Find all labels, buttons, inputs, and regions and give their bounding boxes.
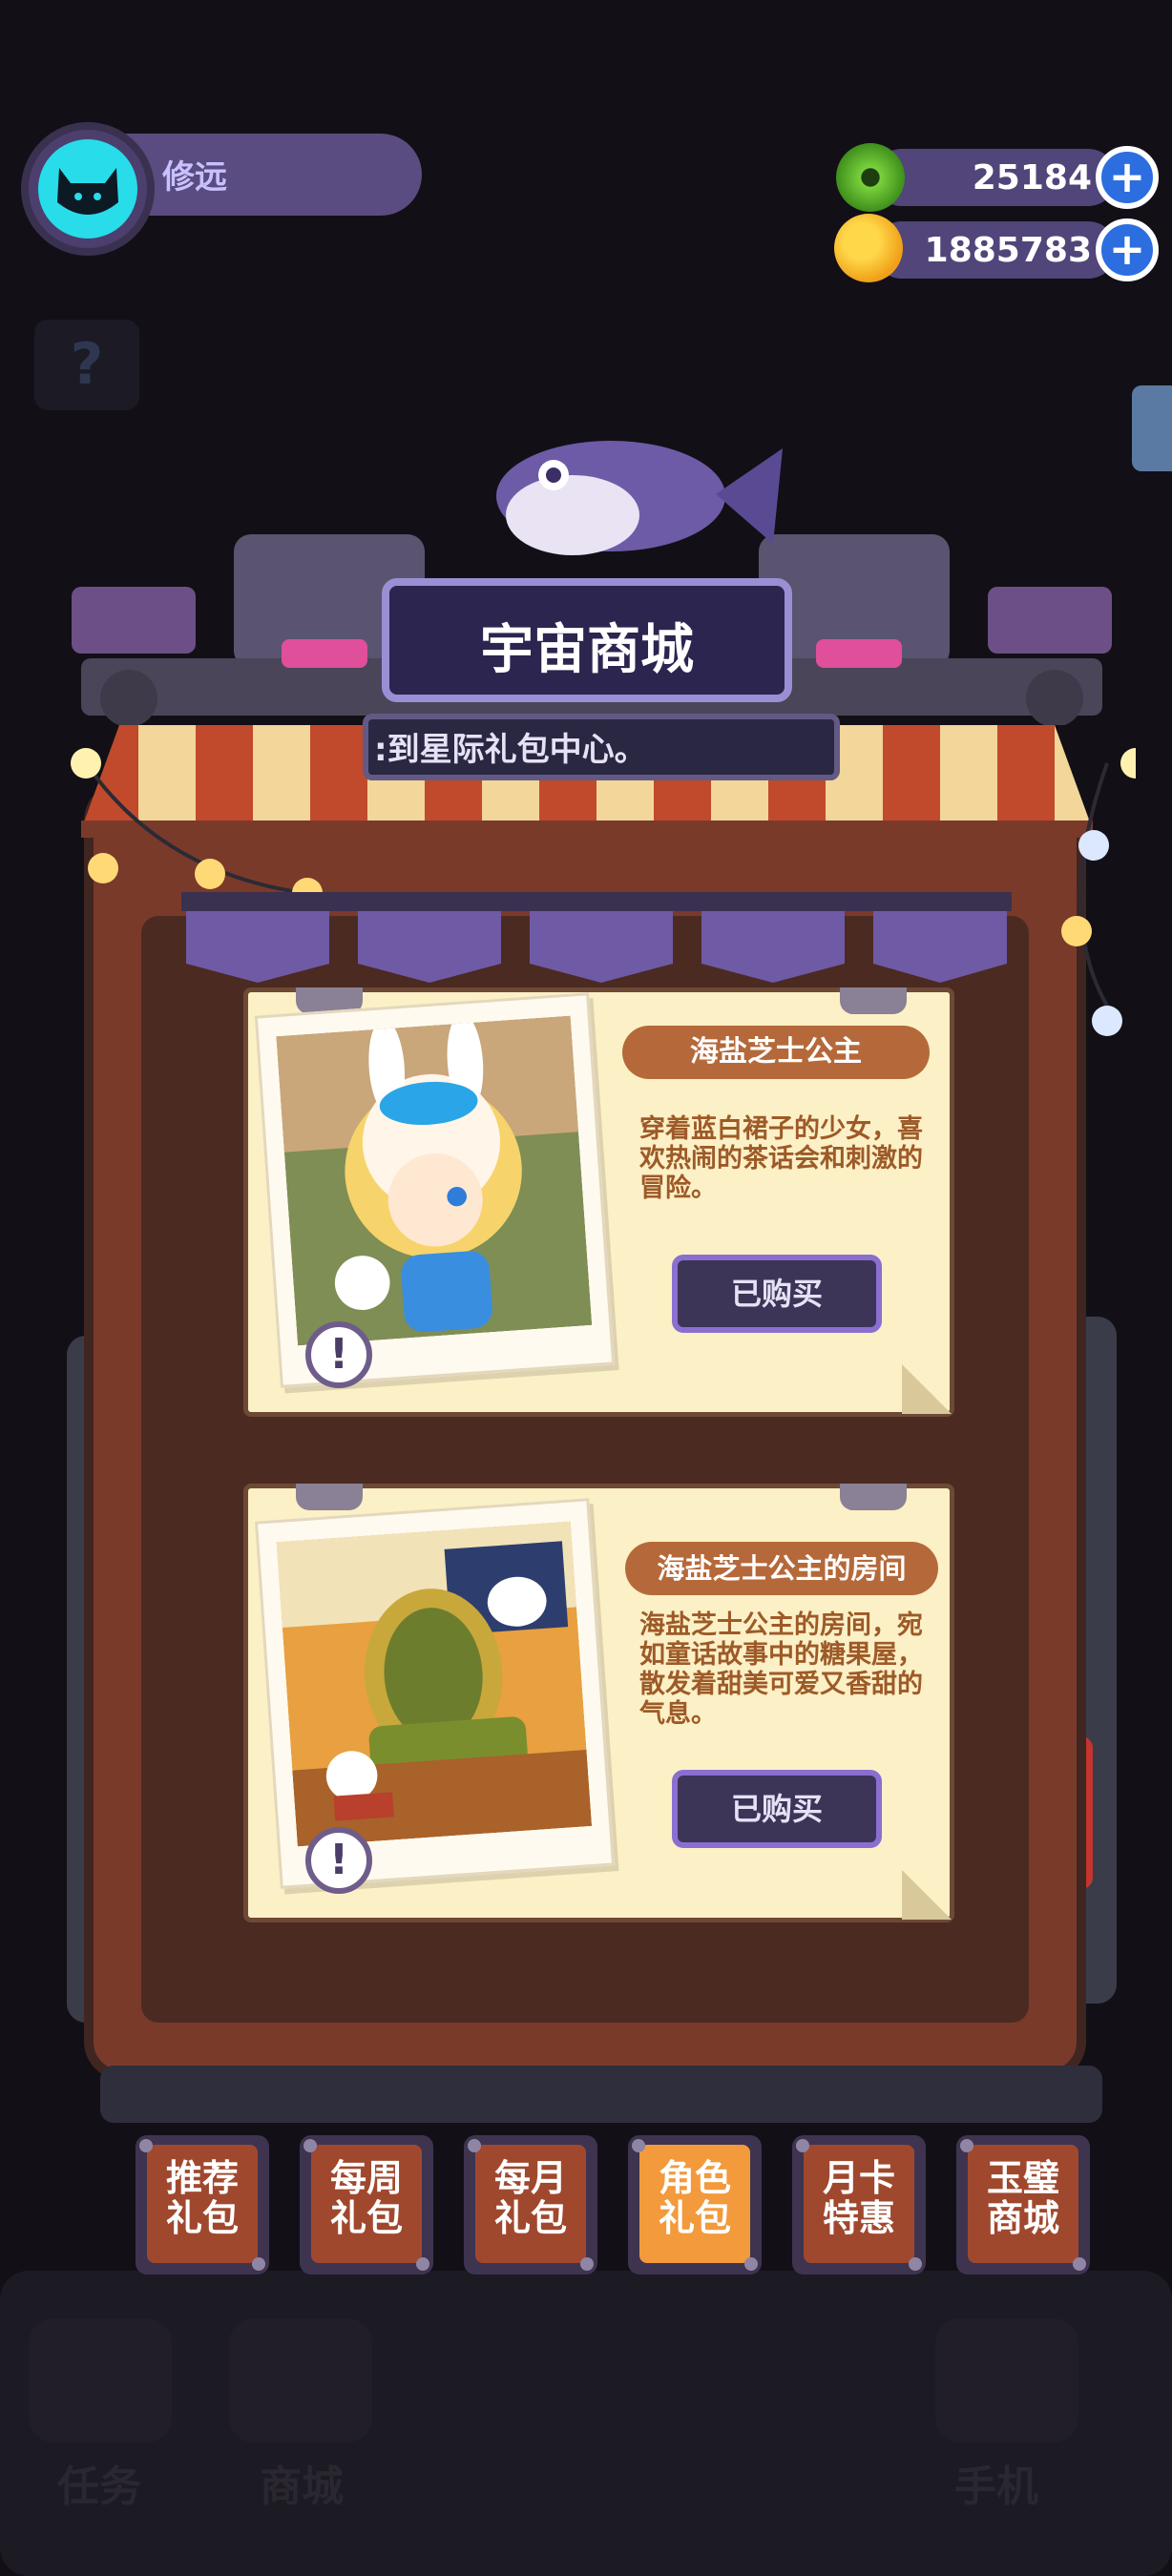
tab-stud (580, 2257, 594, 2271)
tab-jade-shop[interactable]: 玉璧 商城 (956, 2135, 1090, 2275)
shop-subtitle: :到星际礼包中心。 (374, 731, 647, 769)
add-coins-button[interactable]: + (1096, 218, 1159, 281)
tab-stud (303, 2139, 317, 2152)
info-icon[interactable]: ! (305, 1321, 372, 1388)
tab-stud (744, 2257, 758, 2271)
username: 修远 (162, 158, 227, 197)
card-clip (840, 987, 907, 1014)
tab-stud (139, 2139, 153, 2152)
tab-stud (1073, 2257, 1086, 2271)
shop-valance (181, 892, 1012, 983)
tab-character-pack[interactable]: 角色 礼包 (628, 2135, 762, 2275)
tab-weekly-pack[interactable]: 每周 礼包 (300, 2135, 433, 2275)
card-folded-corner (902, 1870, 952, 1920)
package-name: 海盐芝士公主 (622, 1026, 930, 1079)
tab-label: 角色 礼包 (628, 2158, 762, 2238)
background-bottom-nav: 任务 商城 手机 (0, 2271, 1172, 2576)
tab-stud (252, 2257, 265, 2271)
princess-photo[interactable] (254, 992, 616, 1388)
tab-stud (796, 2139, 809, 2152)
purchased-button[interactable]: 已购买 (672, 1770, 882, 1848)
card-folded-corner (902, 1364, 952, 1414)
tab-label-line1: 每周 (329, 2157, 403, 2199)
tab-label-line2: 礼包 (329, 2197, 403, 2239)
package-card-princess: ! 海盐芝士公主 穿着蓝白裙子的少女，喜欢热闹的茶话会和刺激的冒险。 已购买 (243, 987, 954, 1417)
tab-recommended-pack[interactable]: 推荐 礼包 (136, 2135, 269, 2275)
tab-label-line2: 商城 (986, 2197, 1059, 2239)
tab-stud (468, 2139, 481, 2152)
room-image (276, 1521, 593, 1847)
card-clip (840, 1484, 907, 1510)
side-scissors-button (1132, 385, 1172, 471)
room-photo[interactable] (254, 1498, 616, 1889)
add-gems-button[interactable]: + (1096, 146, 1159, 209)
tab-label-line1: 角色 (658, 2157, 731, 2199)
card-clip (296, 1484, 363, 1510)
package-card-room: ! 海盐芝士公主的房间 海盐芝士公主的房间，宛如童话故事中的糖果屋，散发着甜美可… (243, 1484, 954, 1922)
shop-base (100, 2066, 1102, 2123)
avatar[interactable] (38, 139, 137, 239)
tab-stud (909, 2257, 922, 2271)
info-icon[interactable]: ! (305, 1827, 372, 1894)
tab-label: 每月 礼包 (464, 2158, 597, 2238)
tab-label: 推荐 礼包 (136, 2158, 269, 2238)
package-description: 穿着蓝白裙子的少女，喜欢热闹的茶话会和刺激的冒险。 (639, 1114, 923, 1203)
package-description: 海盐芝士公主的房间，宛如童话故事中的糖果屋，散发着甜美可爱又香甜的气息。 (639, 1610, 923, 1729)
tab-label-line2: 礼包 (165, 2197, 239, 2239)
nav-label-shop: 商城 (260, 2462, 344, 2511)
nav-label-phone: 手机 (954, 2462, 1038, 2511)
tab-stud (416, 2257, 429, 2271)
shop-nav-icon (229, 2318, 372, 2442)
tab-label-line1: 推荐 (165, 2157, 239, 2199)
tab-monthly-card-deal[interactable]: 月卡 特惠 (792, 2135, 926, 2275)
phone-nav-icon (935, 2318, 1078, 2442)
tab-monthly-pack[interactable]: 每月 礼包 (464, 2135, 597, 2275)
fish-ornament-icon (496, 441, 783, 555)
tab-label: 玉璧 商城 (956, 2158, 1090, 2238)
nav-label-task: 任务 (57, 2462, 141, 2511)
tab-label: 月卡 特惠 (792, 2158, 926, 2238)
cat-face-icon (57, 168, 118, 215)
tab-stud (632, 2139, 645, 2152)
tab-label-line2: 礼包 (658, 2197, 731, 2239)
purchased-button[interactable]: 已购买 (672, 1255, 882, 1333)
package-name: 海盐芝士公主的房间 (625, 1542, 938, 1595)
tab-stud (960, 2139, 973, 2152)
tab-label-line1: 每月 (493, 2157, 567, 2199)
tab-label: 每周 礼包 (300, 2158, 433, 2238)
tab-label-line2: 礼包 (493, 2197, 567, 2239)
help-icon: ? (34, 320, 139, 410)
gem-count: 25184 (972, 158, 1092, 197)
princess-image (276, 1015, 593, 1346)
tab-label-line2: 特惠 (822, 2197, 895, 2239)
shop-title: 宇宙商城 (480, 619, 694, 681)
task-nav-icon (29, 2318, 172, 2442)
tab-label-line1: 玉璧 (986, 2157, 1059, 2199)
coin-count: 1885783 (924, 231, 1092, 270)
tab-label-line1: 月卡 (822, 2157, 895, 2199)
